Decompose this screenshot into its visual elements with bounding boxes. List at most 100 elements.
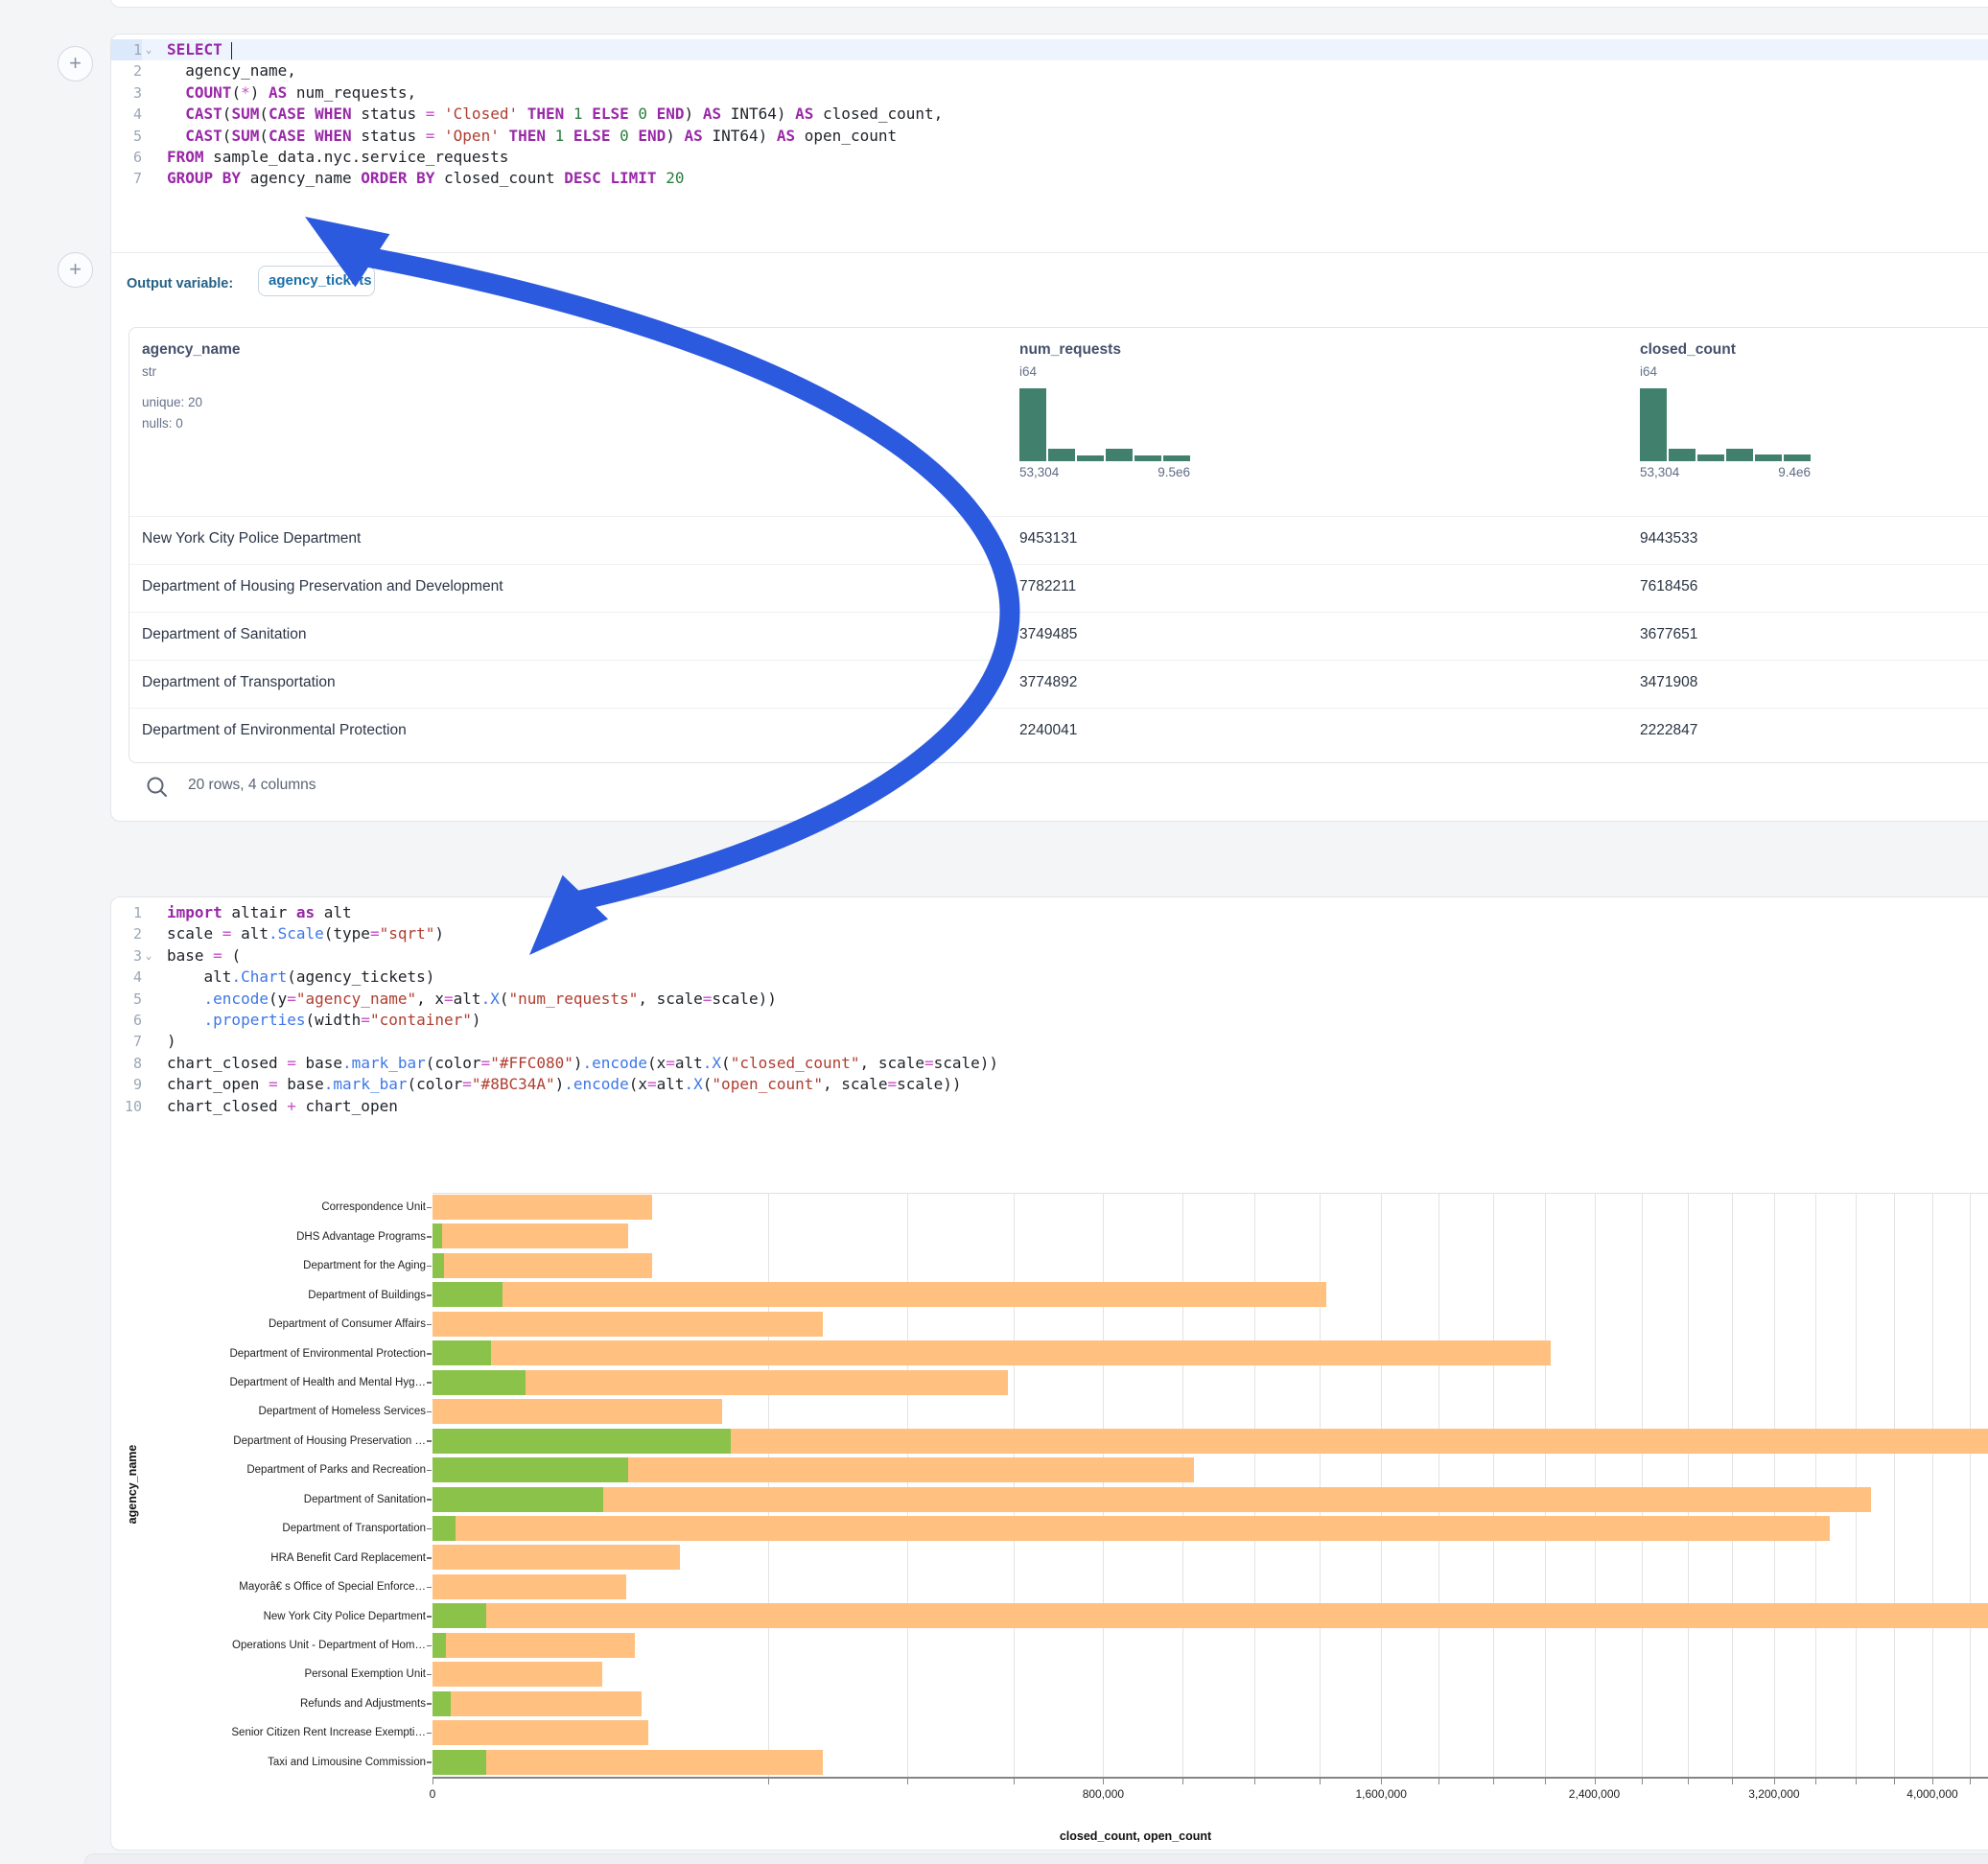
closed-count-bar [433,1487,1871,1512]
line-number: 5 [111,989,142,1010]
chart-bar-row [433,1718,1988,1747]
code-text: import altair as alt [155,902,352,923]
line-number: 3 [111,945,142,967]
closed-count-bar [433,1195,652,1220]
column-header-agency_name[interactable]: agency_namestrunique: 20nulls: 0 [142,328,241,434]
python-line-1[interactable]: 1 import altair as alt [111,902,1988,923]
chart-bar-row [433,1514,1988,1543]
histogram-range-labels: 53,3049.5e6 [1019,465,1190,479]
output-variable-pill[interactable]: agency_tickets [258,266,375,296]
fold-spacer [142,60,155,82]
output-variable-row: Output variable: agency_tickets [111,252,1988,317]
python-line-3[interactable]: 3⌄base = ( [111,945,1988,967]
code-text: .encode(y="agency_name", x=alt.X("num_re… [155,989,777,1010]
python-line-2[interactable]: 2scale = alt.Scale(type="sqrt") [111,923,1988,944]
fold-spacer [142,1031,155,1052]
x-axis-minor-tick [1014,1779,1015,1784]
y-axis-label: Department of Sanitation [119,1494,426,1505]
open-count-bar [433,1633,446,1658]
y-axis-tick [427,1616,432,1618]
fold-chevron-icon[interactable]: ⌄ [142,945,155,967]
add-cell-button-middle[interactable]: + [58,252,93,288]
y-axis-tick [427,1411,432,1413]
fold-spacer [142,82,155,104]
code-text: GROUP BY agency_name ORDER BY closed_cou… [155,168,684,189]
open-count-bar [433,1691,451,1716]
histogram-bar [1163,455,1190,461]
x-axis-minor-tick [1732,1779,1733,1784]
add-cell-button-top[interactable]: + [58,46,93,82]
histogram-bar [1019,388,1046,461]
y-axis-label: Mayorâ€ s Office of Special Enforce… [119,1581,426,1593]
histogram-range-labels: 53,3049.4e6 [1640,465,1811,479]
column-header-closed_count[interactable]: closed_counti6453,3049.4e6 [1640,328,1811,479]
x-axis-label: 2,400,000 [1569,1787,1620,1801]
y-axis-label: Department for the Aging [119,1260,426,1271]
y-axis-tick [427,1470,432,1472]
python-line-9[interactable]: 9chart_open = base.mark_bar(color="#8BC3… [111,1074,1988,1095]
sql-line-7[interactable]: 7 GROUP BY agency_name ORDER BY closed_co… [111,168,1988,189]
table-row: Department of Housing Preservation and D… [129,564,1988,612]
histogram-bar [1640,388,1667,461]
chart-bar-row [433,1689,1988,1718]
chart-bar-row [433,1456,1988,1484]
cell-closed-count: 3677651 [1640,626,1697,643]
fold-spacer [142,1096,155,1117]
code-text: agency_name, [155,60,296,82]
x-axis-minor-tick [1320,1779,1321,1784]
x-axis-minor-tick [1815,1779,1816,1784]
python-line-8[interactable]: 8chart_closed = base.mark_bar(color="#FF… [111,1053,1988,1074]
y-axis-tick [427,1440,432,1442]
chart-bar-row [433,1631,1988,1660]
text-cursor [231,42,232,59]
chart-bar-row [433,1251,1988,1280]
x-axis-minor-tick [1856,1779,1857,1784]
cell-closed-count: 3471908 [1640,674,1697,691]
sql-code-editor[interactable]: 1⌄SELECT 2 agency_name,3 COUNT(*) AS num… [111,35,1988,190]
cell-agency-name: Department of Sanitation [142,626,306,643]
python-line-10[interactable]: 10chart_closed + chart_open [111,1096,1988,1117]
line-number: 6 [111,147,142,168]
fold-spacer [142,147,155,168]
code-text: chart_open = base.mark_bar(color="#8BC34… [155,1074,962,1095]
results-table: agency_namestrunique: 20nulls: 0 num_requ… [129,327,1988,763]
python-line-7[interactable]: 7) [111,1031,1988,1052]
python-code-editor[interactable]: 1 import altair as alt2scale = alt.Scale(… [111,897,1988,1117]
sql-line-1[interactable]: 1⌄SELECT [111,39,1988,60]
closed-count-bar [433,1633,635,1658]
chart-y-axis-title: agency_name [126,1350,139,1619]
sql-cell: 1⌄SELECT 2 agency_name,3 COUNT(*) AS num… [110,34,1988,822]
x-axis-label: 4,000,000 [1906,1787,1957,1801]
sql-line-4[interactable]: 4 CAST(SUM(CASE WHEN status = 'Closed' T… [111,104,1988,125]
python-line-5[interactable]: 5 .encode(y="agency_name", x=alt.X("num_… [111,989,1988,1010]
line-number: 7 [111,168,142,189]
code-text: base = ( [155,945,241,967]
code-text: CAST(SUM(CASE WHEN status = 'Closed' THE… [155,104,943,125]
fold-chevron-icon[interactable]: ⌄ [142,39,155,60]
search-icon[interactable] [145,775,170,804]
column-histogram [1640,388,1811,461]
line-number: 10 [111,1096,142,1117]
sql-line-2[interactable]: 2 agency_name, [111,60,1988,82]
line-number: 4 [111,104,142,125]
line-number: 1 [111,902,142,923]
column-type: str [142,364,241,379]
code-text: alt.Chart(agency_tickets) [155,967,434,988]
python-line-4[interactable]: 4 alt.Chart(agency_tickets) [111,967,1988,988]
sql-line-5[interactable]: 5 CAST(SUM(CASE WHEN status = 'Open' THE… [111,126,1988,147]
column-type: i64 [1640,364,1811,379]
fold-spacer [142,168,155,189]
previous-cell-bottom-edge [110,0,1988,8]
cell-num-requests: 7782211 [1019,578,1076,595]
y-axis-label: Department of Environmental Protection [119,1348,426,1360]
code-text: SELECT [155,39,232,60]
column-header-num_requests[interactable]: num_requestsi6453,3049.5e6 [1019,328,1190,479]
open-count-bar [433,1750,486,1775]
chart-bar-row [433,1310,1988,1339]
column-name: num_requests [1019,341,1190,359]
sql-line-6[interactable]: 6FROM sample_data.nyc.service_requests [111,147,1988,168]
sql-line-3[interactable]: 3 COUNT(*) AS num_requests, [111,82,1988,104]
y-axis-label: Correspondence Unit [119,1201,426,1213]
python-line-6[interactable]: 6 .properties(width="container") [111,1010,1988,1031]
x-axis-minor-tick [1493,1779,1494,1784]
